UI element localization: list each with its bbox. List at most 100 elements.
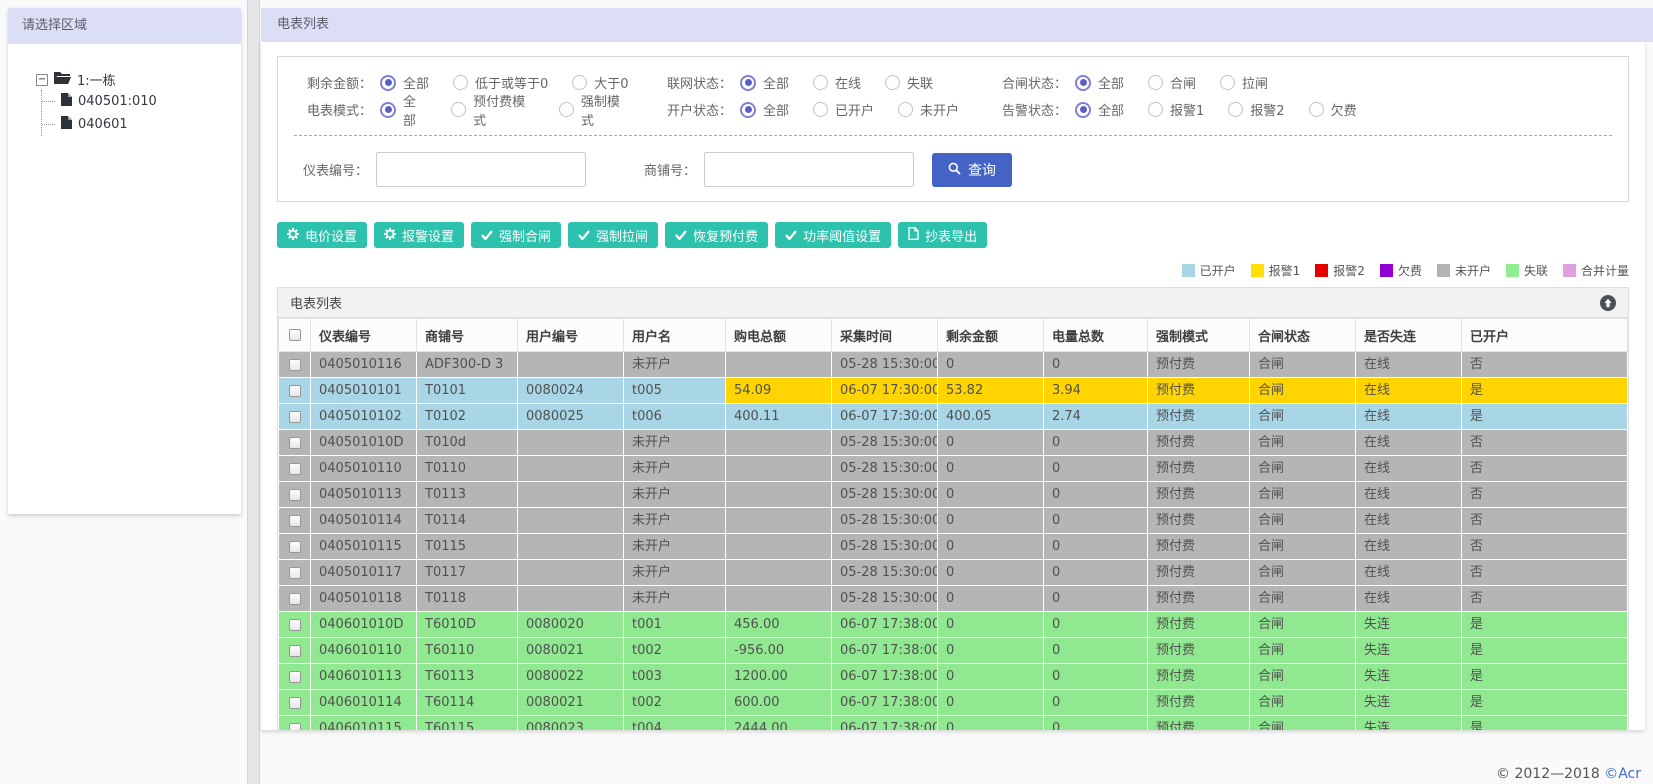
row-checkbox[interactable] <box>288 410 301 423</box>
radio-option[interactable]: 全部 <box>380 73 429 92</box>
table-cell: 0 <box>937 507 1044 534</box>
table-cell: T6010D <box>416 611 518 638</box>
table-cell: 在线 <box>1355 533 1462 560</box>
radio-option[interactable]: 在线 <box>813 73 861 92</box>
collapse-toggle-icon[interactable]: − <box>36 73 48 86</box>
table-cell: 400.05 <box>937 403 1044 430</box>
file-icon <box>908 227 919 243</box>
row-checkbox[interactable] <box>288 696 301 709</box>
row-checkbox-cell <box>278 429 311 456</box>
radio-option[interactable]: 强制模式 <box>558 91 630 129</box>
table-row: 0405010117 T0117 未开户 05-28 15:30:00 0 0 预付费 合闸在… <box>278 559 1628 586</box>
radio-option[interactable]: 全部 <box>1075 73 1124 92</box>
radio-option-label: 预付费模式 <box>473 94 526 129</box>
legend-label: 报警2 <box>1333 264 1365 278</box>
radio-option[interactable]: 全部 <box>380 91 427 129</box>
row-checkbox[interactable] <box>288 358 301 371</box>
table-cell: 0405010101 <box>310 377 417 404</box>
row-checkbox[interactable] <box>288 566 301 579</box>
toolbar-button[interactable]: 强制合闸 <box>471 222 562 248</box>
search-button-label: 查询 <box>968 161 996 178</box>
radio-icon <box>1228 102 1244 117</box>
tree-leaf-node[interactable]: 040501:010 <box>42 90 241 113</box>
copyright-text: © 2012—2018 <box>1496 766 1605 782</box>
tree-leaf-node[interactable]: 040601 <box>42 113 241 136</box>
radio-option[interactable]: 拉闸 <box>1220 73 1268 92</box>
table-cell: 3.94 <box>1043 377 1148 404</box>
table-cell: 06-07 17:38:00 <box>831 637 938 664</box>
toolbar-button-label: 强制拉闸 <box>596 228 649 244</box>
radio-option[interactable]: 全部 <box>1075 100 1124 119</box>
row-checkbox[interactable] <box>288 722 301 730</box>
copyright-link[interactable]: ©Acr <box>1604 766 1641 782</box>
tree-children: 040501:010 040601 <box>41 90 241 136</box>
table-cell: T0114 <box>416 507 518 534</box>
radio-option[interactable]: 报警2 <box>1228 100 1285 119</box>
row-checkbox[interactable] <box>288 644 301 657</box>
row-checkbox[interactable] <box>288 540 301 553</box>
table-cell: 未开户 <box>623 429 726 456</box>
toolbar-button[interactable]: 抄表导出 <box>898 222 988 248</box>
table-cell: 0406010113 <box>310 663 417 690</box>
radio-option[interactable]: 大于0 <box>572 73 629 92</box>
row-checkbox[interactable] <box>288 618 301 631</box>
radio-option[interactable]: 全部 <box>740 73 789 92</box>
radio-option[interactable]: 失联 <box>885 73 933 92</box>
radio-option[interactable]: 已开户 <box>813 100 874 119</box>
radio-option-label: 强制模式 <box>580 94 620 129</box>
select-all-checkbox[interactable] <box>288 329 301 341</box>
table-cell: 600.00 <box>725 689 832 716</box>
toolbar-button[interactable]: 电价设置 <box>277 222 368 248</box>
toolbar-button[interactable]: 强制拉闸 <box>568 222 659 248</box>
table-cell <box>725 455 832 482</box>
table-cell: T0115 <box>416 533 518 560</box>
toolbar-button[interactable]: 报警设置 <box>374 222 465 248</box>
search-button[interactable]: 查询 <box>932 152 1012 187</box>
table-cell: 0 <box>937 585 1044 612</box>
row-checkbox[interactable] <box>288 592 301 605</box>
row-checkbox[interactable] <box>288 436 301 449</box>
table-cell: 0 <box>1043 533 1148 560</box>
table-cell: 预付费 <box>1147 611 1250 638</box>
main-panel: 剩余金额： 全部 低于或等于0 大于0 联网状态： 全部 在线 失联 合闸状态： 全部 合闸 拉闸 电… <box>261 42 1645 730</box>
toolbar-button[interactable]: 功率阈值设置 <box>775 222 892 248</box>
table-cell: 0 <box>1043 429 1148 456</box>
table-cell: 06-07 17:38:00 <box>831 663 938 690</box>
collapse-panel-button[interactable] <box>1600 294 1616 311</box>
table-cell: 是 <box>1461 611 1628 638</box>
row-checkbox[interactable] <box>288 462 301 475</box>
radio-option[interactable]: 报警1 <box>1148 100 1204 119</box>
table-cell <box>725 351 832 378</box>
radio-icon <box>558 102 574 117</box>
toolbar-button[interactable]: 恢复预付费 <box>665 222 769 248</box>
row-checkbox[interactable] <box>288 488 301 501</box>
tree-leaf-label: 040501:010 <box>78 94 157 109</box>
status-legend: 已开户 报警1 报警2 欠费 未开户 失联 合并计量 <box>277 262 1629 279</box>
table-cell <box>725 559 832 586</box>
table-cell: 在线 <box>1355 585 1462 612</box>
shop-no-label: 商铺号： <box>643 164 696 179</box>
radio-option[interactable]: 预付费模式 <box>451 91 535 129</box>
shop-no-input[interactable] <box>704 152 914 187</box>
row-checkbox[interactable] <box>288 670 301 683</box>
row-checkbox[interactable] <box>288 514 301 527</box>
table-cell: 合闸 <box>1249 715 1356 730</box>
table-cell: 0080020 <box>517 611 624 638</box>
radio-option[interactable]: 全部 <box>740 100 789 119</box>
table-cell: 在线 <box>1355 377 1462 404</box>
radio-option[interactable]: 合闸 <box>1148 73 1196 92</box>
row-checkbox[interactable] <box>288 384 301 397</box>
radio-option[interactable]: 低于或等于0 <box>453 73 548 92</box>
radio-option[interactable]: 未开户 <box>898 100 959 119</box>
meter-no-input[interactable] <box>376 152 586 187</box>
check-icon <box>785 228 797 243</box>
tree-root-node[interactable]: − 1:一栋 <box>36 70 241 89</box>
panel-splitter[interactable] <box>247 0 260 784</box>
table-cell: 0405010110 <box>310 455 417 482</box>
radio-icon <box>1075 74 1091 91</box>
table-cell: -956.00 <box>725 637 832 664</box>
radio-option[interactable]: 欠费 <box>1308 100 1357 119</box>
table-cell: 在线 <box>1355 455 1462 482</box>
table-cell: 失连 <box>1355 611 1462 638</box>
row-checkbox-cell <box>278 637 311 664</box>
